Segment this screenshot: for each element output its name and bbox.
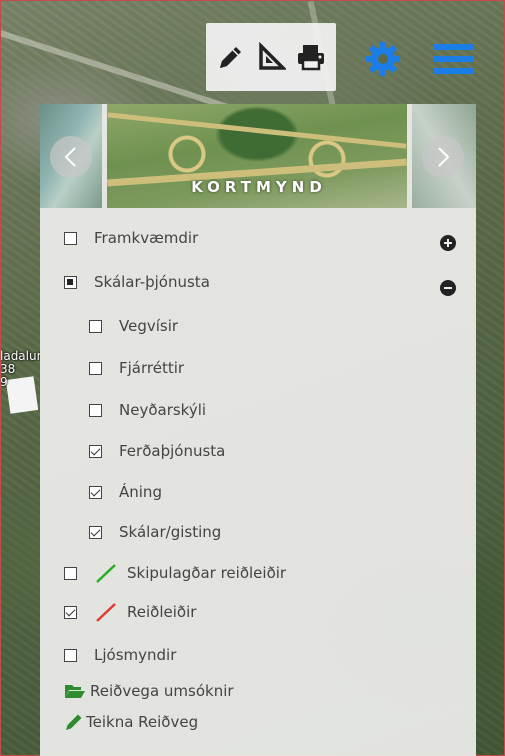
layer-checkbox[interactable] — [89, 319, 102, 333]
layer-label: Framkvæmdir — [94, 229, 199, 247]
layer-checkbox[interactable] — [64, 566, 77, 580]
action-label: Teikna Reiðveg — [86, 713, 199, 731]
map-place-label-line: 9 — [0, 375, 8, 389]
layer-item-framkvaemdir[interactable]: Framkvæmdir — [64, 225, 198, 251]
layer-checkbox[interactable] — [64, 648, 77, 662]
layer-item-reidleidir[interactable]: Reiðleiðir — [64, 599, 196, 625]
layer-checkbox[interactable] — [89, 403, 102, 417]
hamburger-icon[interactable] — [434, 42, 474, 76]
layer-label: Ljósmyndir — [94, 646, 177, 664]
action-label: Reiðvega umsóknir — [90, 682, 234, 700]
layer-item-aning[interactable]: Áning — [89, 479, 162, 505]
layer-checkbox[interactable] — [89, 444, 102, 458]
layer-label: Vegvísir — [119, 317, 179, 335]
layer-checkbox[interactable] — [64, 605, 77, 619]
layer-checkbox[interactable] — [64, 231, 77, 245]
basemap-title: KORTMYND — [191, 178, 327, 196]
folder-open-icon — [65, 685, 85, 698]
thumbnail-road — [107, 112, 407, 149]
layer-item-ljosmyndir[interactable]: Ljósmyndir — [64, 642, 176, 668]
layer-label: Reiðleiðir — [127, 603, 197, 621]
gear-icon[interactable] — [364, 40, 402, 78]
layer-item-ferdathjonusta[interactable]: Ferðaþjónusta — [89, 438, 225, 464]
ruler-triangle-icon[interactable] — [254, 40, 288, 74]
drawing-toolbar — [206, 23, 336, 91]
pencil-icon[interactable] — [214, 40, 248, 74]
layer-checkbox[interactable] — [89, 525, 102, 539]
teikna-reidveg-link[interactable]: Teikna Reiðveg — [64, 709, 198, 735]
reidvega-umsoknir-link[interactable]: Reiðvega umsóknir — [64, 678, 234, 704]
pencil-icon — [66, 714, 82, 730]
printer-icon[interactable] — [294, 40, 328, 74]
layer-label: Ferðaþjónusta — [119, 442, 226, 460]
layer-label: Skipulagðar reiðleiðir — [127, 564, 287, 582]
layer-panel: KORTMYND Framkvæmdir Skálar-þjónusta Veg… — [40, 104, 476, 756]
layer-item-fjarrettir[interactable]: Fjárréttir — [89, 355, 184, 381]
layer-label: Áning — [119, 483, 162, 501]
layer-checkbox[interactable] — [89, 485, 102, 499]
green-line-icon — [96, 564, 116, 583]
plus-circle-icon[interactable] — [440, 235, 456, 251]
layer-checkbox[interactable] — [89, 361, 102, 375]
minus-circle-icon[interactable] — [440, 280, 456, 296]
chevron-left-icon[interactable] — [50, 136, 92, 178]
map-place-label: ladalur 38 9 — [0, 350, 42, 389]
layer-item-skalar-gisting[interactable]: Skálar/gisting — [89, 519, 221, 545]
layer-item-skipulagdar-reidleidir[interactable]: Skipulagðar reiðleiðir — [64, 560, 286, 586]
layer-label: Skálar-þjónusta — [94, 273, 210, 291]
layer-group-skalar-thjonusta[interactable]: Skálar-þjónusta — [64, 269, 210, 295]
layer-checkbox[interactable] — [64, 275, 77, 289]
basemap-carousel: KORTMYND — [40, 104, 476, 208]
layer-label: Fjárréttir — [119, 359, 185, 377]
layer-label: Neyðarskýli — [119, 401, 207, 419]
layer-label: Skálar/gisting — [119, 523, 222, 541]
red-line-icon — [96, 603, 116, 622]
chevron-right-icon[interactable] — [422, 136, 464, 178]
layer-item-neydarskyli[interactable]: Neyðarskýli — [89, 397, 206, 423]
layer-item-vegvisir[interactable]: Vegvísir — [89, 313, 178, 339]
